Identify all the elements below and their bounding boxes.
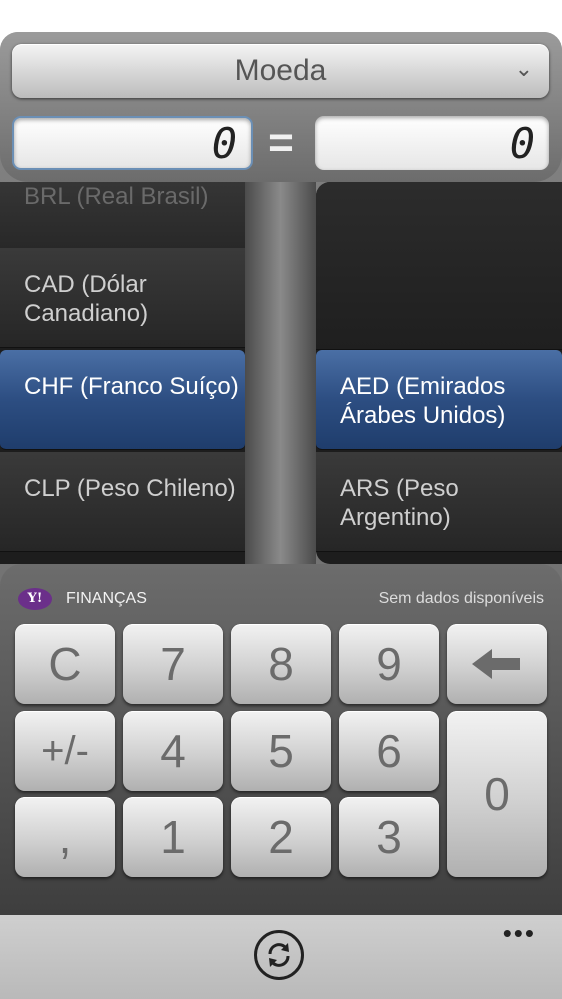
to-value-display[interactable]: 0 — [315, 116, 549, 170]
equals-sign: = — [268, 118, 294, 167]
chevron-down-icon: ⌄ — [514, 56, 533, 81]
source-label: FINANÇAS — [66, 590, 147, 607]
list-divider — [245, 182, 316, 564]
key-8[interactable]: 8 — [231, 624, 331, 704]
key-1[interactable]: 1 — [123, 797, 223, 877]
key-9[interactable]: 9 — [339, 624, 439, 704]
key-5[interactable]: 5 — [231, 711, 331, 791]
backspace-button[interactable] — [447, 624, 547, 704]
sync-icon — [268, 943, 290, 967]
list-item[interactable]: CAD (Dólar Canadiano) — [0, 248, 245, 348]
to-currency-list[interactable]: AED (Emirados Árabes Unidos) ARS (Peso A… — [316, 182, 562, 564]
from-value-display[interactable]: 0 — [12, 116, 253, 170]
sync-button[interactable] — [254, 930, 304, 980]
list-item-selected[interactable]: CHF (Franco Suíço) — [0, 350, 245, 450]
plus-minus-button[interactable]: +/- — [15, 711, 115, 791]
more-options-button[interactable]: ••• — [503, 918, 536, 949]
list-item-selected[interactable]: AED (Emirados Árabes Unidos) — [316, 350, 562, 450]
list-item[interactable]: CLP (Peso Chileno) — [0, 452, 245, 552]
data-status: Sem dados disponíveis — [378, 590, 544, 607]
clear-button[interactable]: C — [15, 624, 115, 704]
key-3[interactable]: 3 — [339, 797, 439, 877]
key-2[interactable]: 2 — [231, 797, 331, 877]
from-currency-list[interactable]: BRL (Real Brasil) CAD (Dólar Canadiano) … — [0, 182, 245, 564]
key-4[interactable]: 4 — [123, 711, 223, 791]
backspace-arrow-icon — [472, 649, 520, 679]
list-item-empty — [316, 182, 562, 350]
key-7[interactable]: 7 — [123, 624, 223, 704]
list-item[interactable]: ARS (Peso Argentino) — [316, 452, 562, 552]
comma-button[interactable]: , — [15, 797, 115, 877]
mode-selector[interactable]: Moeda ⌄ — [12, 44, 549, 98]
yahoo-logo: Y! — [18, 588, 52, 610]
key-0[interactable]: 0 — [447, 711, 547, 877]
mode-label: Moeda — [234, 54, 327, 87]
key-6[interactable]: 6 — [339, 711, 439, 791]
